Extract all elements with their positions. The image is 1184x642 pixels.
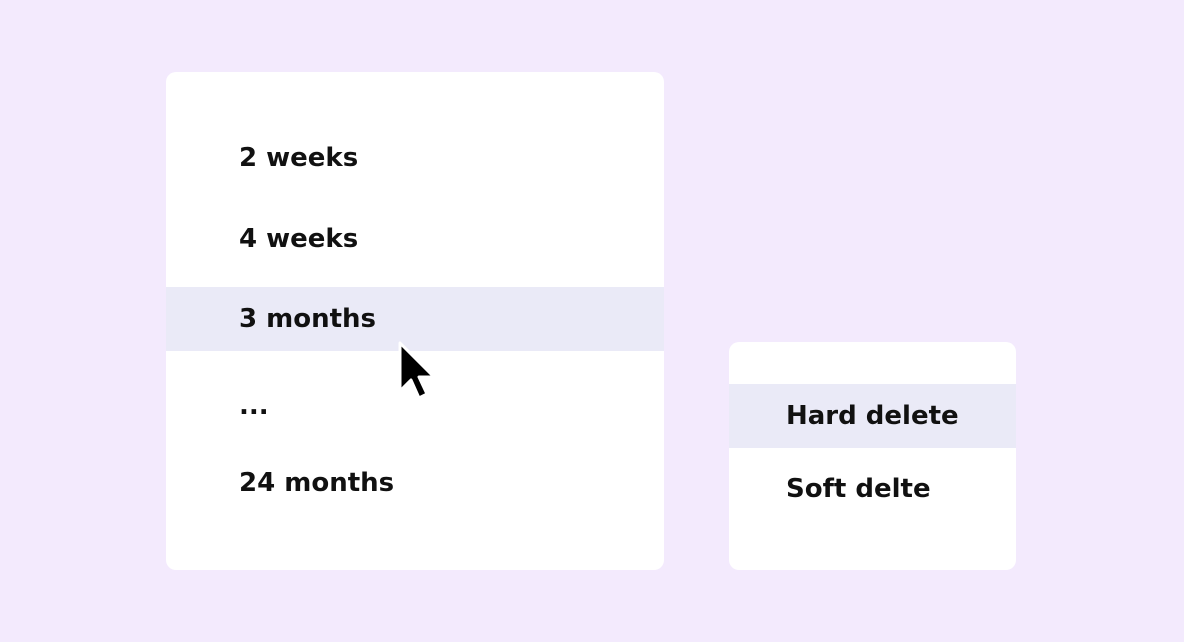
retention-option-label: 4 weeks	[239, 224, 359, 254]
delete-mode-menu: Hard delete Soft delte	[729, 342, 1016, 570]
retention-option-label: 2 weeks	[239, 143, 359, 173]
mouse-pointer-icon	[398, 341, 436, 400]
delete-option-hard[interactable]: Hard delete	[729, 384, 1016, 448]
delete-option-soft[interactable]: Soft delte	[729, 457, 1016, 521]
retention-option-label: ...	[239, 391, 269, 421]
retention-option-4-weeks[interactable]: 4 weeks	[166, 207, 664, 271]
retention-option-2-weeks[interactable]: 2 weeks	[166, 126, 664, 190]
retention-period-menu: 2 weeks 4 weeks 3 months ... 24 months	[166, 72, 664, 570]
retention-option-label: 3 months	[239, 304, 377, 334]
delete-option-label: Soft delte	[786, 474, 931, 504]
retention-option-24-months[interactable]: 24 months	[166, 451, 664, 515]
retention-option-label: 24 months	[239, 468, 395, 498]
delete-option-label: Hard delete	[786, 401, 959, 431]
